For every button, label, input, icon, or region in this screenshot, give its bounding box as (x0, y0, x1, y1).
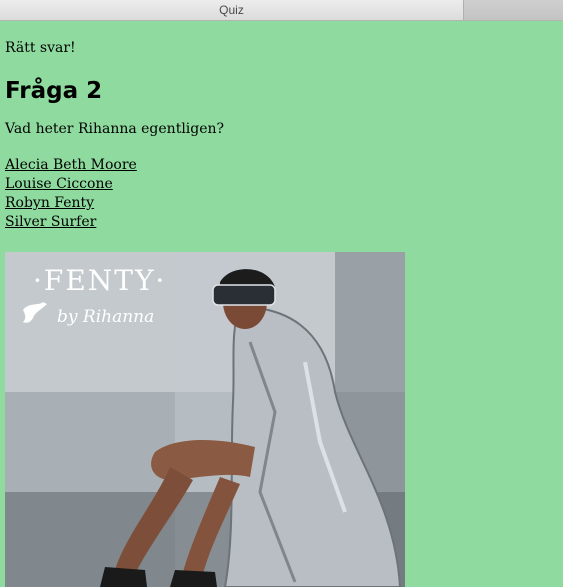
window-title: Quiz (219, 3, 244, 17)
list-item: Louise Ciccone (5, 175, 558, 194)
list-item: Alecia Beth Moore (5, 156, 558, 175)
brand-byline: by Rihanna (57, 307, 154, 327)
brand-logo-text: ·FENTY· (33, 264, 166, 297)
answer-link-2[interactable]: Louise Ciccone (5, 176, 113, 192)
answer-list: Alecia Beth Moore Louise Ciccone Robyn F… (5, 156, 558, 232)
tab-bar-empty-area (464, 0, 563, 20)
answer-link-1[interactable]: Alecia Beth Moore (5, 157, 137, 173)
tab-quiz[interactable]: Quiz (0, 0, 464, 20)
list-item: Silver Surfer (5, 213, 558, 232)
answer-link-4[interactable]: Silver Surfer (5, 214, 96, 230)
answer-feedback: Rätt svar! (5, 40, 76, 56)
window-titlebar: Quiz (0, 0, 563, 21)
question-title: Fråga 2 (5, 78, 103, 104)
question-text: Vad heter Rihanna egentligen? (5, 121, 225, 137)
fenty-campaign-photo: ·FENTY· by Rihanna (5, 252, 405, 587)
question-image: ·FENTY· by Rihanna (5, 252, 405, 587)
list-item: Robyn Fenty (5, 194, 558, 213)
page-content: Rätt svar! Fråga 2 Vad heter Rihanna ege… (5, 21, 558, 232)
answer-link-3[interactable]: Robyn Fenty (5, 195, 94, 211)
